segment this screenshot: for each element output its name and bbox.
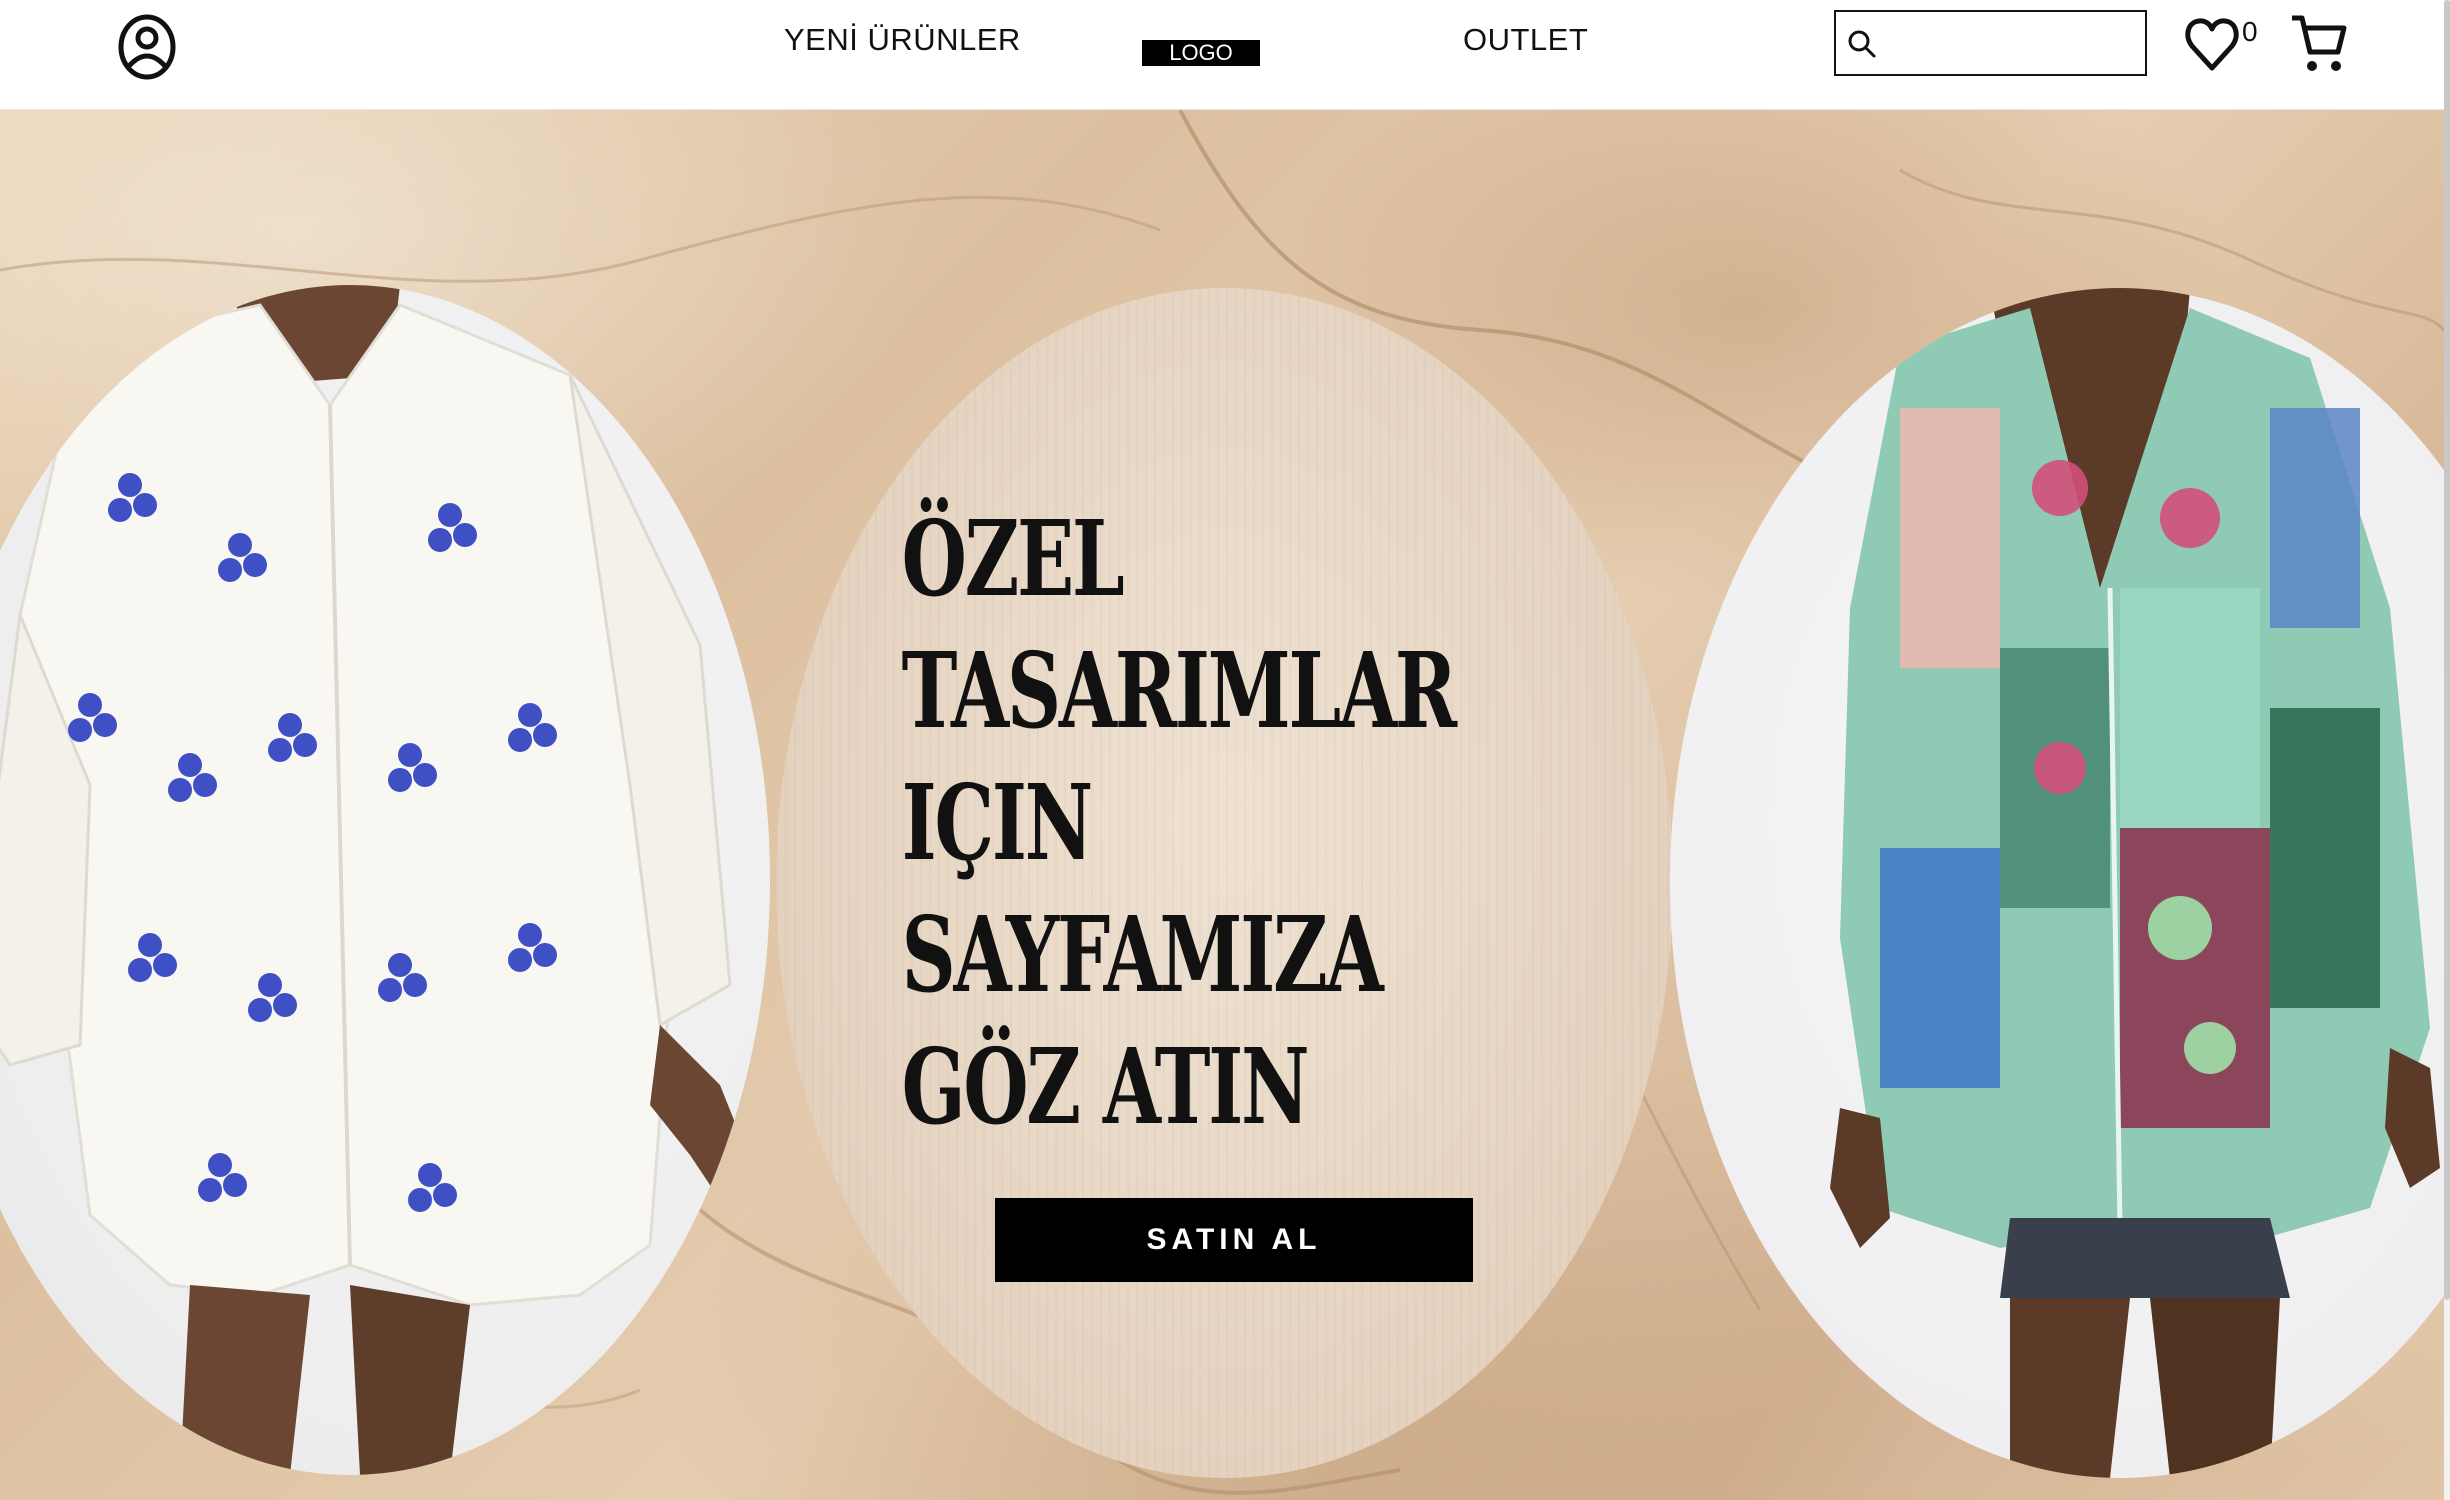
nav-new-products[interactable]: YENİ ÜRÜNLER bbox=[784, 22, 1021, 58]
promo-headline: ÖZEL TASARIMLAR IÇIN SAYFAMIZA GÖZ ATIN bbox=[776, 493, 1673, 1153]
search-icon[interactable] bbox=[1844, 26, 1880, 62]
search-input[interactable] bbox=[1884, 18, 2134, 68]
headline-line-3: IÇIN bbox=[901, 761, 1094, 884]
buy-button[interactable]: SATIN AL bbox=[995, 1198, 1473, 1282]
model-white-floral-shirt-image bbox=[0, 285, 760, 1475]
scrollbar-thumb[interactable] bbox=[2444, 0, 2450, 1300]
account-icon[interactable] bbox=[115, 10, 179, 84]
headline-line-1: ÖZEL bbox=[901, 497, 1125, 620]
headline-line-4: SAYFAMIZA bbox=[901, 893, 1384, 1016]
site-header: YENİ ÜRÜNLER LOGO OUTLET 0 bbox=[0, 0, 2450, 110]
model-patchwork-print-shirt-image bbox=[1830, 288, 2440, 1478]
product-image-left[interactable] bbox=[0, 285, 770, 1475]
cart-icon[interactable] bbox=[2288, 8, 2348, 78]
wishlist-count: 0 bbox=[2242, 16, 2258, 47]
site-logo[interactable]: LOGO bbox=[1142, 40, 1260, 66]
wishlist-button[interactable]: 0 bbox=[2184, 10, 2264, 80]
scrollbar[interactable] bbox=[2444, 0, 2450, 1500]
heart-icon bbox=[2185, 18, 2239, 71]
headline-line-2: TASARIMLAR bbox=[901, 629, 1458, 752]
search-field[interactable] bbox=[1834, 10, 2147, 76]
headline-line-5: GÖZ ATIN bbox=[901, 1025, 1310, 1148]
promo-card: ÖZEL TASARIMLAR IÇIN SAYFAMIZA GÖZ ATIN … bbox=[776, 288, 1673, 1478]
product-image-right[interactable] bbox=[1670, 288, 2450, 1478]
hero-banner: ÖZEL TASARIMLAR IÇIN SAYFAMIZA GÖZ ATIN … bbox=[0, 110, 2450, 1500]
nav-outlet[interactable]: OUTLET bbox=[1463, 22, 1588, 58]
